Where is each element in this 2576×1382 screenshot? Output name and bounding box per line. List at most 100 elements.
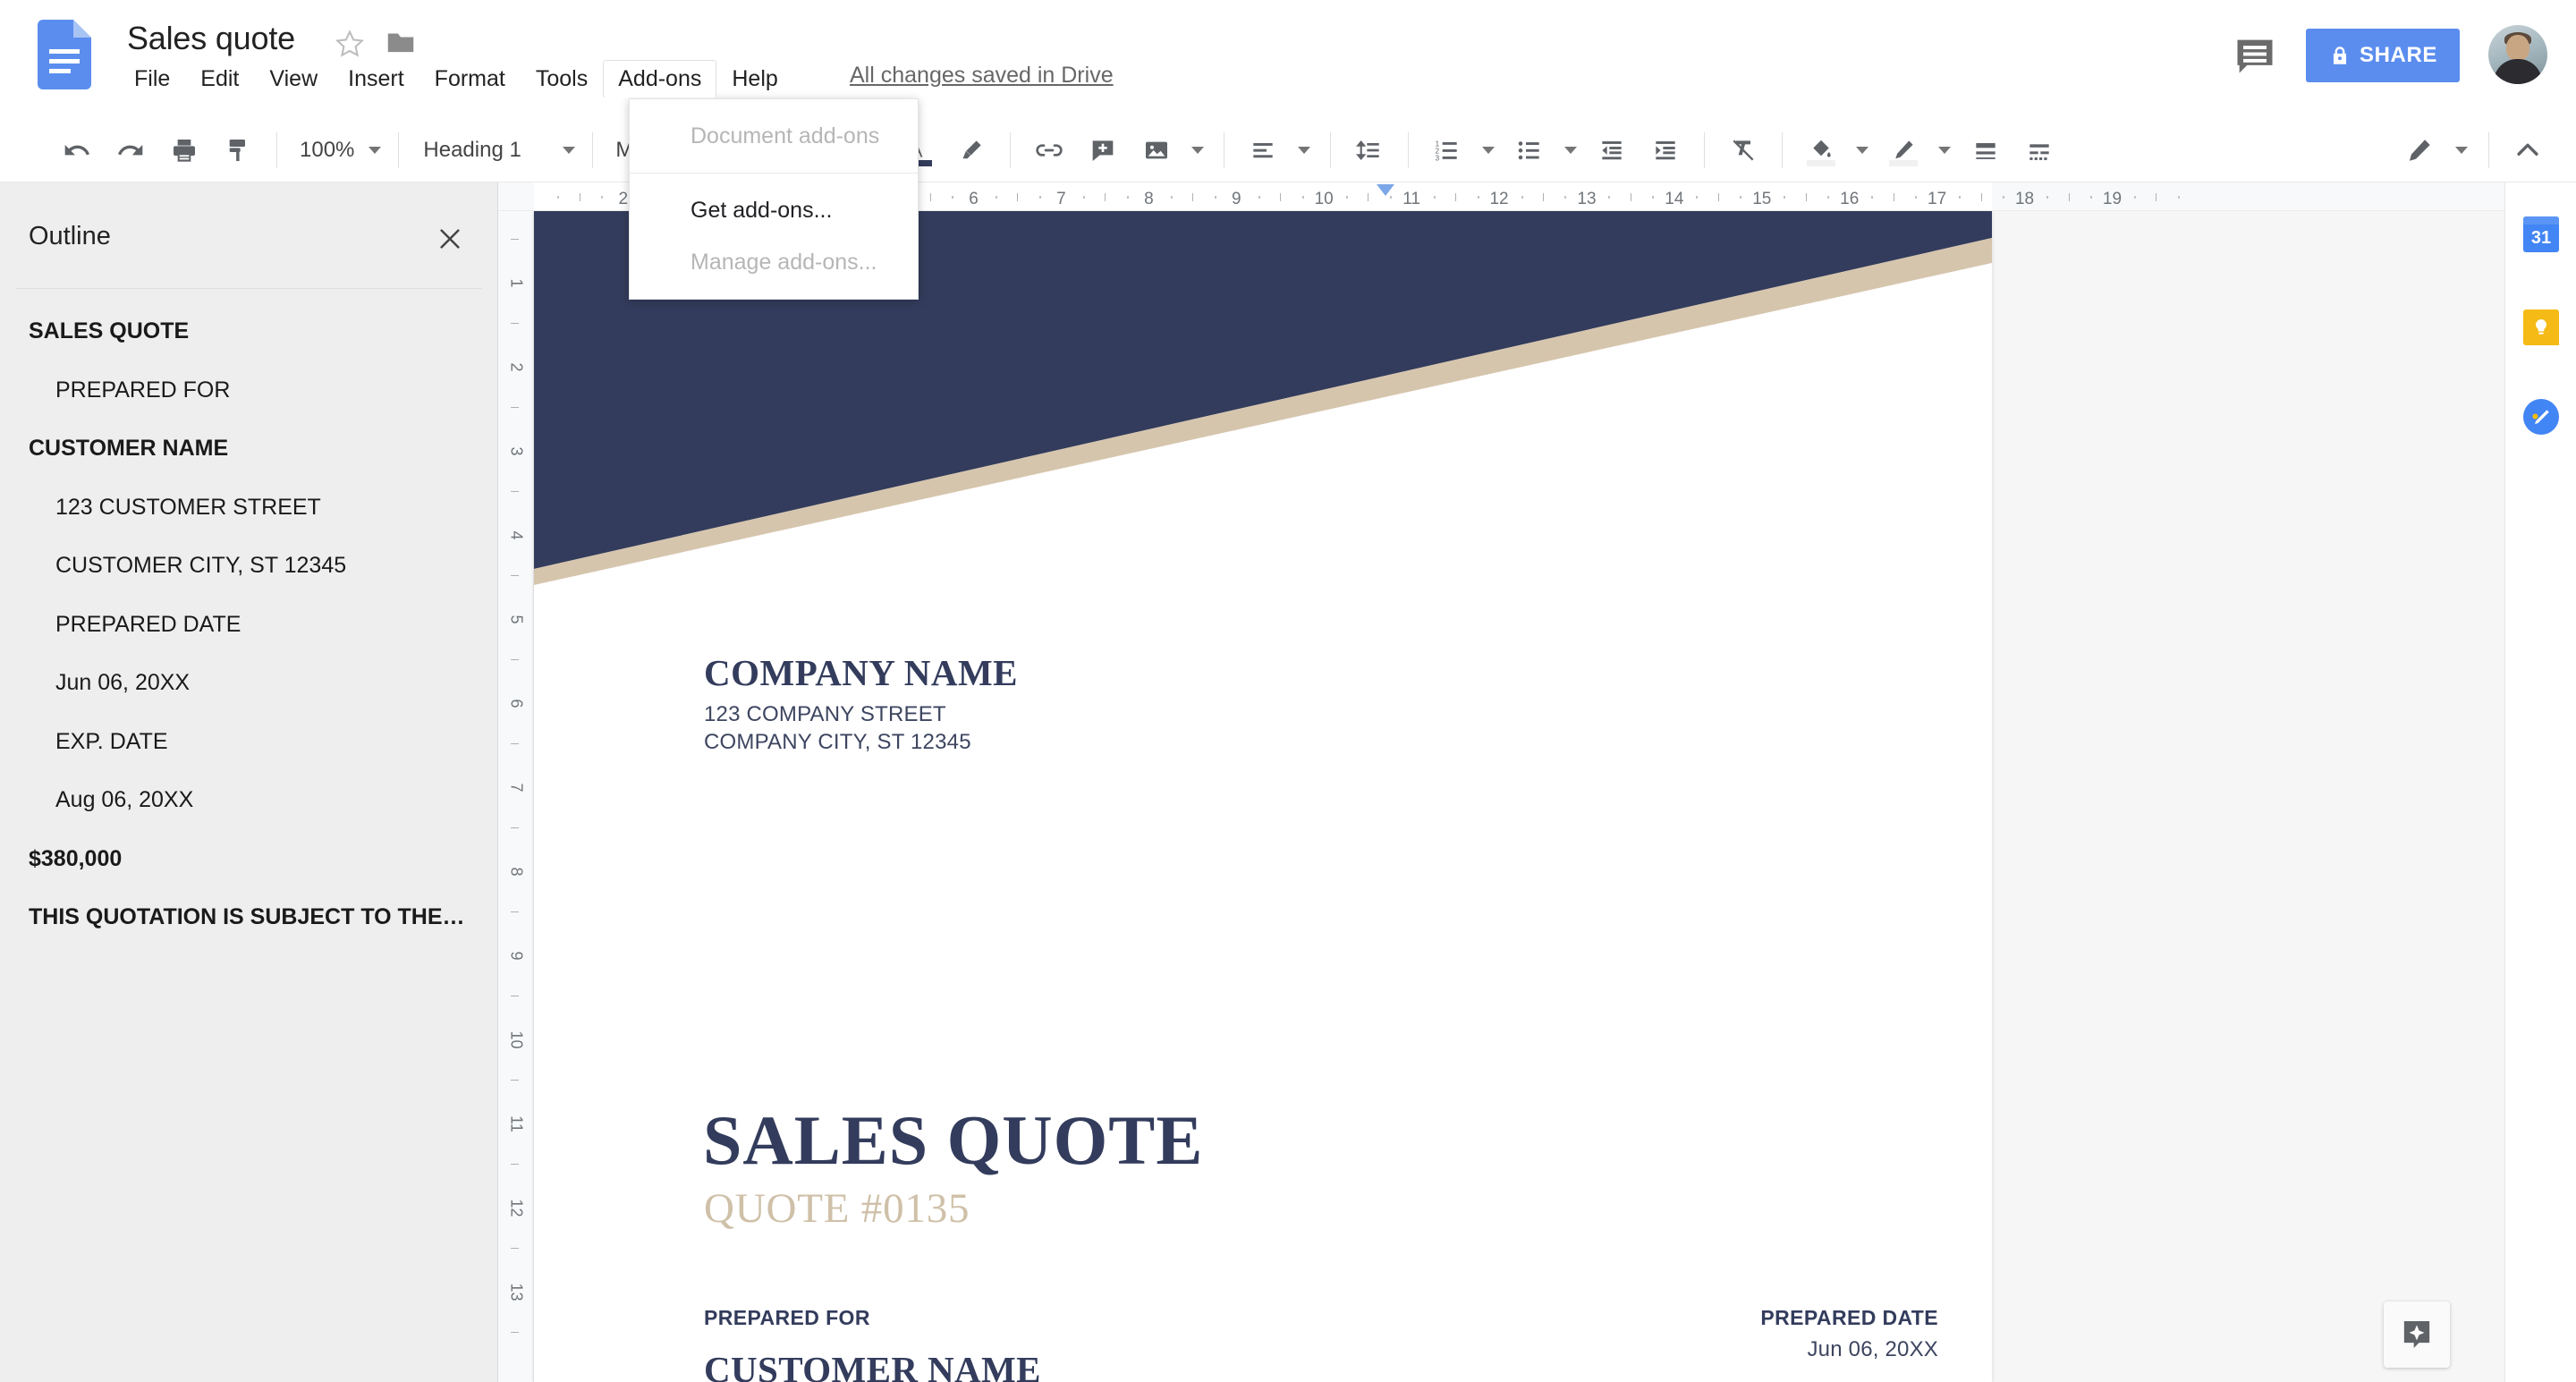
menu-format[interactable]: Format (420, 61, 520, 98)
editing-mode-button[interactable] (2394, 125, 2445, 175)
hide-menus-button[interactable] (2503, 125, 2553, 175)
zoom-selector[interactable]: 100% (289, 125, 386, 175)
google-keep-icon[interactable] (2523, 309, 2559, 345)
fill-color-dropdown[interactable] (1850, 125, 1875, 175)
ruler-minor-tick (1082, 196, 1085, 199)
vruler-tick (511, 239, 519, 240)
folder-icon[interactable] (383, 25, 419, 59)
comments-icon[interactable] (2232, 32, 2278, 79)
insert-image-dropdown[interactable] (1185, 125, 1210, 175)
outline-item[interactable]: PREPARED FOR (0, 361, 497, 420)
menu-view[interactable]: View (255, 61, 332, 98)
bulleted-list-dropdown[interactable] (1558, 125, 1583, 175)
border-color-swatch (1889, 159, 1919, 166)
ruler-number: 13 (1577, 190, 1597, 208)
share-button-label: SHARE (2359, 43, 2437, 67)
outline-item[interactable]: $380,000 (0, 830, 497, 889)
document-page[interactable]: COMPANY NAME 123 COMPANY STREET COMPANY … (534, 211, 1992, 1382)
paragraph-style-selector[interactable]: Heading 1 (411, 125, 580, 175)
menu-item-get-addons[interactable]: Get add-ons... (630, 184, 918, 236)
google-tasks-icon[interactable] (2523, 399, 2559, 435)
paint-format-button[interactable] (213, 125, 263, 175)
outline-item[interactable]: Jun 06, 20XX (0, 654, 497, 713)
undo-button[interactable] (52, 125, 102, 175)
add-comment-button[interactable] (1078, 125, 1128, 175)
menu-file[interactable]: File (120, 61, 184, 98)
close-icon[interactable] (429, 218, 470, 259)
outline-item[interactable]: THIS QUOTATION IS SUBJECT TO THE F… (0, 888, 497, 947)
menu-insert[interactable]: Insert (334, 61, 419, 98)
vruler-number: 2 (507, 362, 525, 372)
calendar-top-bar (2523, 216, 2559, 225)
google-calendar-icon[interactable]: 31 (2523, 216, 2559, 252)
numbered-list-button[interactable]: 123 (1422, 125, 1472, 175)
align-dropdown[interactable] (1292, 125, 1317, 175)
ruler-minor-tick (2177, 196, 2180, 199)
outline-item[interactable]: PREPARED DATE (0, 596, 497, 655)
vruler-tick (511, 1248, 519, 1249)
vertical-ruler[interactable]: 1 2 3 4 5 6 7 8 9 10 11 12 13 (498, 211, 534, 1382)
menu-help[interactable]: Help (717, 61, 792, 98)
fill-color-button[interactable] (1796, 125, 1846, 175)
menu-addons[interactable]: Add-ons (604, 60, 716, 98)
share-button[interactable]: SHARE (2306, 29, 2460, 82)
ruler-tick (1105, 193, 1106, 201)
document-title[interactable]: Sales quote (127, 20, 295, 57)
redo-button[interactable] (106, 125, 156, 175)
decrease-indent-button[interactable] (1587, 125, 1637, 175)
ruler-minor-tick (2003, 196, 2005, 199)
clear-formatting-button[interactable] (1718, 125, 1768, 175)
vruler-tick (511, 659, 519, 660)
outline-item[interactable]: EXP. DATE (0, 713, 497, 772)
ruler-number: 6 (969, 190, 979, 208)
avatar[interactable] (2488, 25, 2547, 84)
outline-item[interactable]: SALES QUOTE (0, 302, 497, 361)
editing-mode-dropdown[interactable] (2448, 125, 2475, 175)
insert-image-button[interactable] (1131, 125, 1182, 175)
vruler-tick (511, 323, 519, 324)
vruler-tick (511, 1164, 519, 1165)
ruler-tick (1192, 193, 1194, 201)
ruler-minor-tick (1214, 196, 1216, 199)
outline-item[interactable]: CUSTOMER NAME (0, 420, 497, 479)
print-button[interactable] (159, 125, 209, 175)
explore-button[interactable] (2384, 1301, 2450, 1368)
ruler-minor-tick (1564, 196, 1567, 199)
outline-item[interactable]: Aug 06, 20XX (0, 771, 497, 830)
menu-edit[interactable]: Edit (186, 61, 253, 98)
ruler-minor-tick (1740, 196, 1742, 199)
star-icon[interactable] (333, 27, 367, 61)
menu-item-document-addons: Document add-ons (691, 123, 880, 148)
vruler-number: 10 (507, 1030, 525, 1049)
ruler-minor-tick (1170, 196, 1173, 199)
paragraph-style-value: Heading 1 (423, 137, 521, 162)
ruler-tick (1805, 193, 1807, 201)
document-canvas: 1 2 3 4 5 6 7 8 9 10 11 12 13 COMPANY NAME 123 COMPA… (498, 211, 2576, 1382)
ruler-number: 14 (1665, 190, 1684, 208)
lock-icon (2333, 47, 2347, 64)
numbered-list-dropdown[interactable] (1476, 125, 1501, 175)
right-indent-marker[interactable] (1377, 184, 1394, 196)
outline-item[interactable]: CUSTOMER CITY, ST 12345 (0, 537, 497, 596)
calendar-day-label: 31 (2530, 228, 2552, 248)
border-dash-button[interactable] (2014, 125, 2064, 175)
line-spacing-button[interactable] (1344, 125, 1394, 175)
highlight-color-button[interactable] (946, 125, 996, 175)
prepared-for-block: PREPARED FOR CUSTOMER NAME 123 CUSTOMER … (704, 1306, 1041, 1382)
increase-indent-button[interactable] (1640, 125, 1690, 175)
menu-tools[interactable]: Tools (521, 61, 602, 98)
bulleted-list-button[interactable] (1504, 125, 1555, 175)
google-docs-logo[interactable] (38, 20, 91, 89)
align-button[interactable] (1238, 125, 1288, 175)
prepared-for-label: PREPARED FOR (704, 1306, 870, 1329)
ruler-number: 11 (1402, 190, 1420, 208)
outline-item[interactable]: 123 CUSTOMER STREET (0, 479, 497, 538)
border-color-dropdown[interactable] (1932, 125, 1957, 175)
border-color-button[interactable] (1878, 125, 1928, 175)
save-status[interactable]: All changes saved in Drive (850, 63, 1114, 89)
vruler-tick (511, 1080, 519, 1081)
insert-link-button[interactable] (1024, 125, 1074, 175)
border-width-button[interactable] (1961, 125, 2011, 175)
vruler-number: 11 (507, 1115, 525, 1132)
ruler-minor-tick (1652, 196, 1655, 199)
